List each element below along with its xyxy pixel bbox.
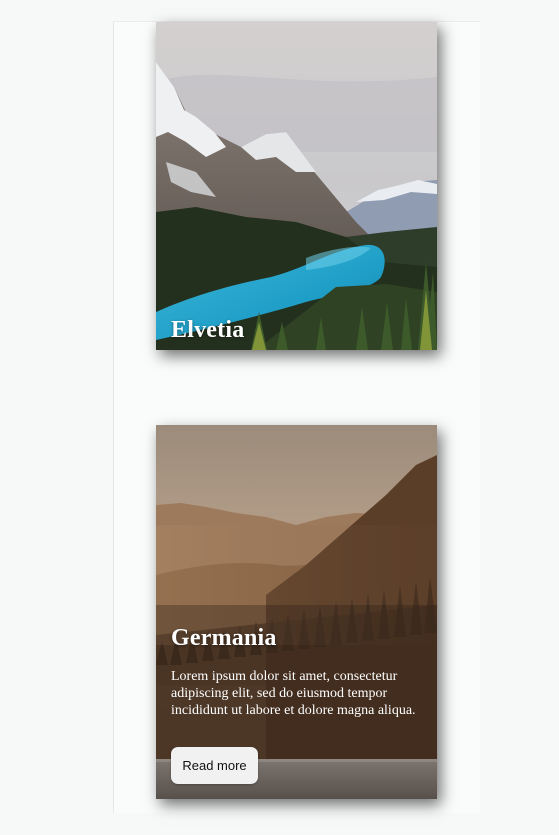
misty-forest-image (156, 425, 437, 799)
card-description: Lorem ipsum dolor sit amet, consectetur … (171, 669, 416, 718)
read-more-button[interactable]: Read more (171, 747, 258, 784)
card-title: Germania (171, 625, 277, 651)
mountain-lake-image (156, 22, 437, 350)
destination-card-germania: Germania Lorem ipsum dolor sit amet, con… (156, 425, 437, 799)
destination-card-elvetia: Elvetia (156, 22, 437, 350)
card-title: Elvetia (171, 317, 245, 343)
